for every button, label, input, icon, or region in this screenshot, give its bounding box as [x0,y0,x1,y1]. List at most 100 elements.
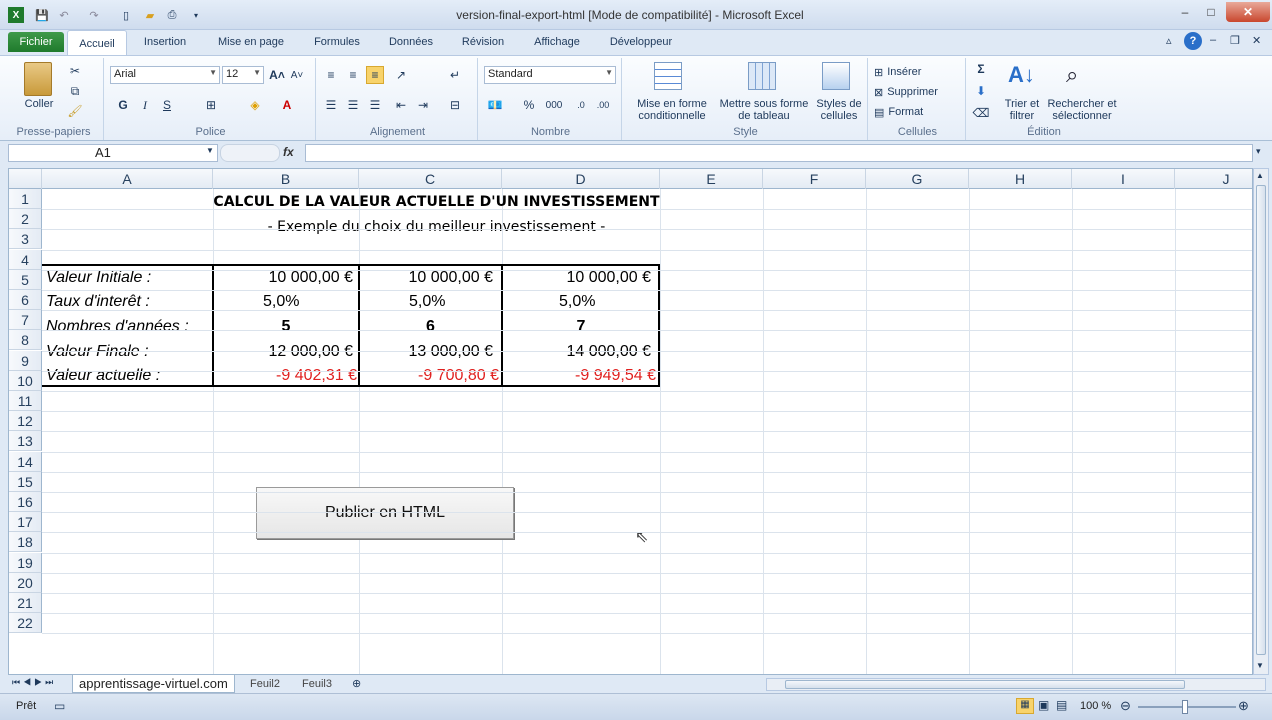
zoom-in-icon[interactable]: ⊕ [1238,698,1249,714]
italic-button[interactable]: I [136,96,154,114]
row-header[interactable]: 7 [9,310,42,331]
row-header[interactable]: 19 [9,552,42,573]
increase-decimal-icon[interactable]: .0 [572,96,590,114]
row-header[interactable]: 17 [9,512,42,533]
align-right-icon[interactable]: ☰ [366,96,384,114]
horizontal-scrollbar[interactable] [766,678,1266,691]
increase-indent-icon[interactable]: ⇥ [414,96,432,114]
merge-center-icon[interactable]: ⊟ [446,96,464,114]
select-all-corner[interactable] [9,169,42,189]
cell-b8[interactable]: -9 402,31 € [217,366,357,386]
label-interest-rate[interactable]: Taux d'interêt : [46,292,150,312]
workbook-restore-icon[interactable]: ❐ [1230,34,1240,47]
sheet-subtitle[interactable]: - Exemple du choix du meilleur investiss… [213,217,660,237]
find-select-icon[interactable]: ⌕ [1066,62,1078,88]
column-header[interactable]: B [213,169,359,189]
row-header[interactable]: 11 [9,391,42,411]
conditional-format-icon[interactable] [654,62,682,90]
font-name-combo[interactable]: Arial ▼ [110,66,220,84]
orientation-icon[interactable]: ↗ [392,66,410,84]
column-header[interactable]: C [359,169,502,189]
row-header[interactable]: 9 [9,350,42,371]
cell-c4[interactable]: 10 000,00 € [363,268,493,288]
workbook-close-icon[interactable]: ✕ [1252,34,1261,47]
cell-d5[interactable]: 5,0% [559,292,595,312]
align-left-icon[interactable]: ☰ [322,96,340,114]
workbook-minimize-icon[interactable]: – [1210,34,1216,46]
maximize-button[interactable]: □ [1198,3,1224,21]
underline-button[interactable]: S [158,96,176,114]
tab-data[interactable]: Données [378,33,444,54]
cell-styles-button[interactable]: Styles de cellules [812,98,866,122]
formula-input[interactable] [305,144,1253,162]
help-icon[interactable]: ? [1184,32,1202,50]
print-preview-icon[interactable]: ⎙ [164,7,180,23]
copy-icon[interactable]: ⧉ [66,82,84,100]
format-as-table-button[interactable]: Mettre sous forme de tableau [716,98,812,122]
cut-icon[interactable]: ✂ [66,62,84,80]
vertical-scroll-thumb[interactable] [1256,185,1266,655]
sheet-tab-active[interactable]: apprentissage-virtuel.com [72,675,235,693]
cell-styles-icon[interactable] [822,62,850,90]
font-color-icon[interactable]: A [278,96,296,114]
label-initial-value[interactable]: Valeur Initiale : [46,268,151,288]
find-select-button[interactable]: Rechercher et sélectionner [1044,98,1120,122]
column-header[interactable]: H [969,169,1072,189]
autosum-icon[interactable]: Σ [972,60,990,78]
fill-icon[interactable]: ⬇ [972,82,990,100]
paste-icon[interactable] [24,62,52,96]
sheet-nav-icons[interactable]: ⏮◀▶⏭ [12,677,56,688]
column-header[interactable]: E [660,169,763,189]
tab-page-layout[interactable]: Mise en page [206,33,296,54]
paste-button[interactable]: Coller [14,98,64,110]
column-header[interactable]: I [1072,169,1175,189]
tab-review[interactable]: Révision [450,33,516,54]
row-header[interactable]: 13 [9,431,42,452]
decrease-decimal-icon[interactable]: .00 [594,96,612,114]
align-bottom-icon[interactable]: ≡ [366,66,384,84]
label-final-value[interactable]: Valeur Finale : [46,342,149,362]
row-header[interactable]: 1 [9,189,42,209]
save-icon[interactable]: 💾 [34,7,50,23]
bold-button[interactable]: G [114,96,132,114]
label-years[interactable]: Nombres d'années : [46,317,189,337]
column-header[interactable]: D [502,169,660,189]
customize-qat-icon[interactable]: ▾ [188,7,204,23]
row-header[interactable]: 5 [9,269,42,290]
close-button[interactable]: ✕ [1226,2,1270,22]
macro-record-icon[interactable]: ▭ [54,699,65,713]
cell-b5[interactable]: 5,0% [263,292,299,312]
redo-icon[interactable]: ↷ [86,7,102,23]
conditional-format-button[interactable]: Mise en forme conditionnelle [626,98,718,122]
row-header[interactable]: 18 [9,532,42,553]
cell-d8[interactable]: -9 949,54 € [506,366,656,386]
cell-c7[interactable]: 13 000,00 € [363,342,493,362]
format-button[interactable]: ▤ Format [874,102,923,122]
tab-formulas[interactable]: Formules [302,33,372,54]
row-header[interactable]: 14 [9,451,42,472]
undo-icon[interactable]: ↶ [56,7,72,23]
format-painter-icon[interactable]: 🖌 [66,102,84,120]
align-top-icon[interactable]: ≡ [322,66,340,84]
row-header[interactable]: 8 [9,330,42,351]
tab-view[interactable]: Affichage [522,33,592,54]
cell-d4[interactable]: 10 000,00 € [506,268,651,288]
format-as-table-icon[interactable] [748,62,776,90]
font-size-combo[interactable]: 12 ▼ [222,66,264,84]
column-header[interactable]: J [1175,169,1252,189]
row-header[interactable]: 3 [9,229,42,250]
row-header[interactable]: 6 [9,290,42,310]
tab-insert[interactable]: Insertion [133,33,197,54]
grow-font-icon[interactable]: A˄ [268,66,286,84]
open-icon[interactable]: ▰ [142,7,158,23]
row-header[interactable]: 21 [9,593,42,613]
cell-c6[interactable]: 6 [359,317,502,337]
insert-sheet-icon[interactable]: ⊕ [352,677,361,690]
align-center-icon[interactable]: ☰ [344,96,362,114]
cell-c5[interactable]: 5,0% [409,292,445,312]
insert-button[interactable]: ⊞ Insérer [874,62,921,82]
row-header[interactable]: 16 [9,492,42,512]
zoom-slider-thumb[interactable] [1182,700,1188,714]
column-header[interactable]: A [42,169,213,189]
decrease-indent-icon[interactable]: ⇤ [392,96,410,114]
